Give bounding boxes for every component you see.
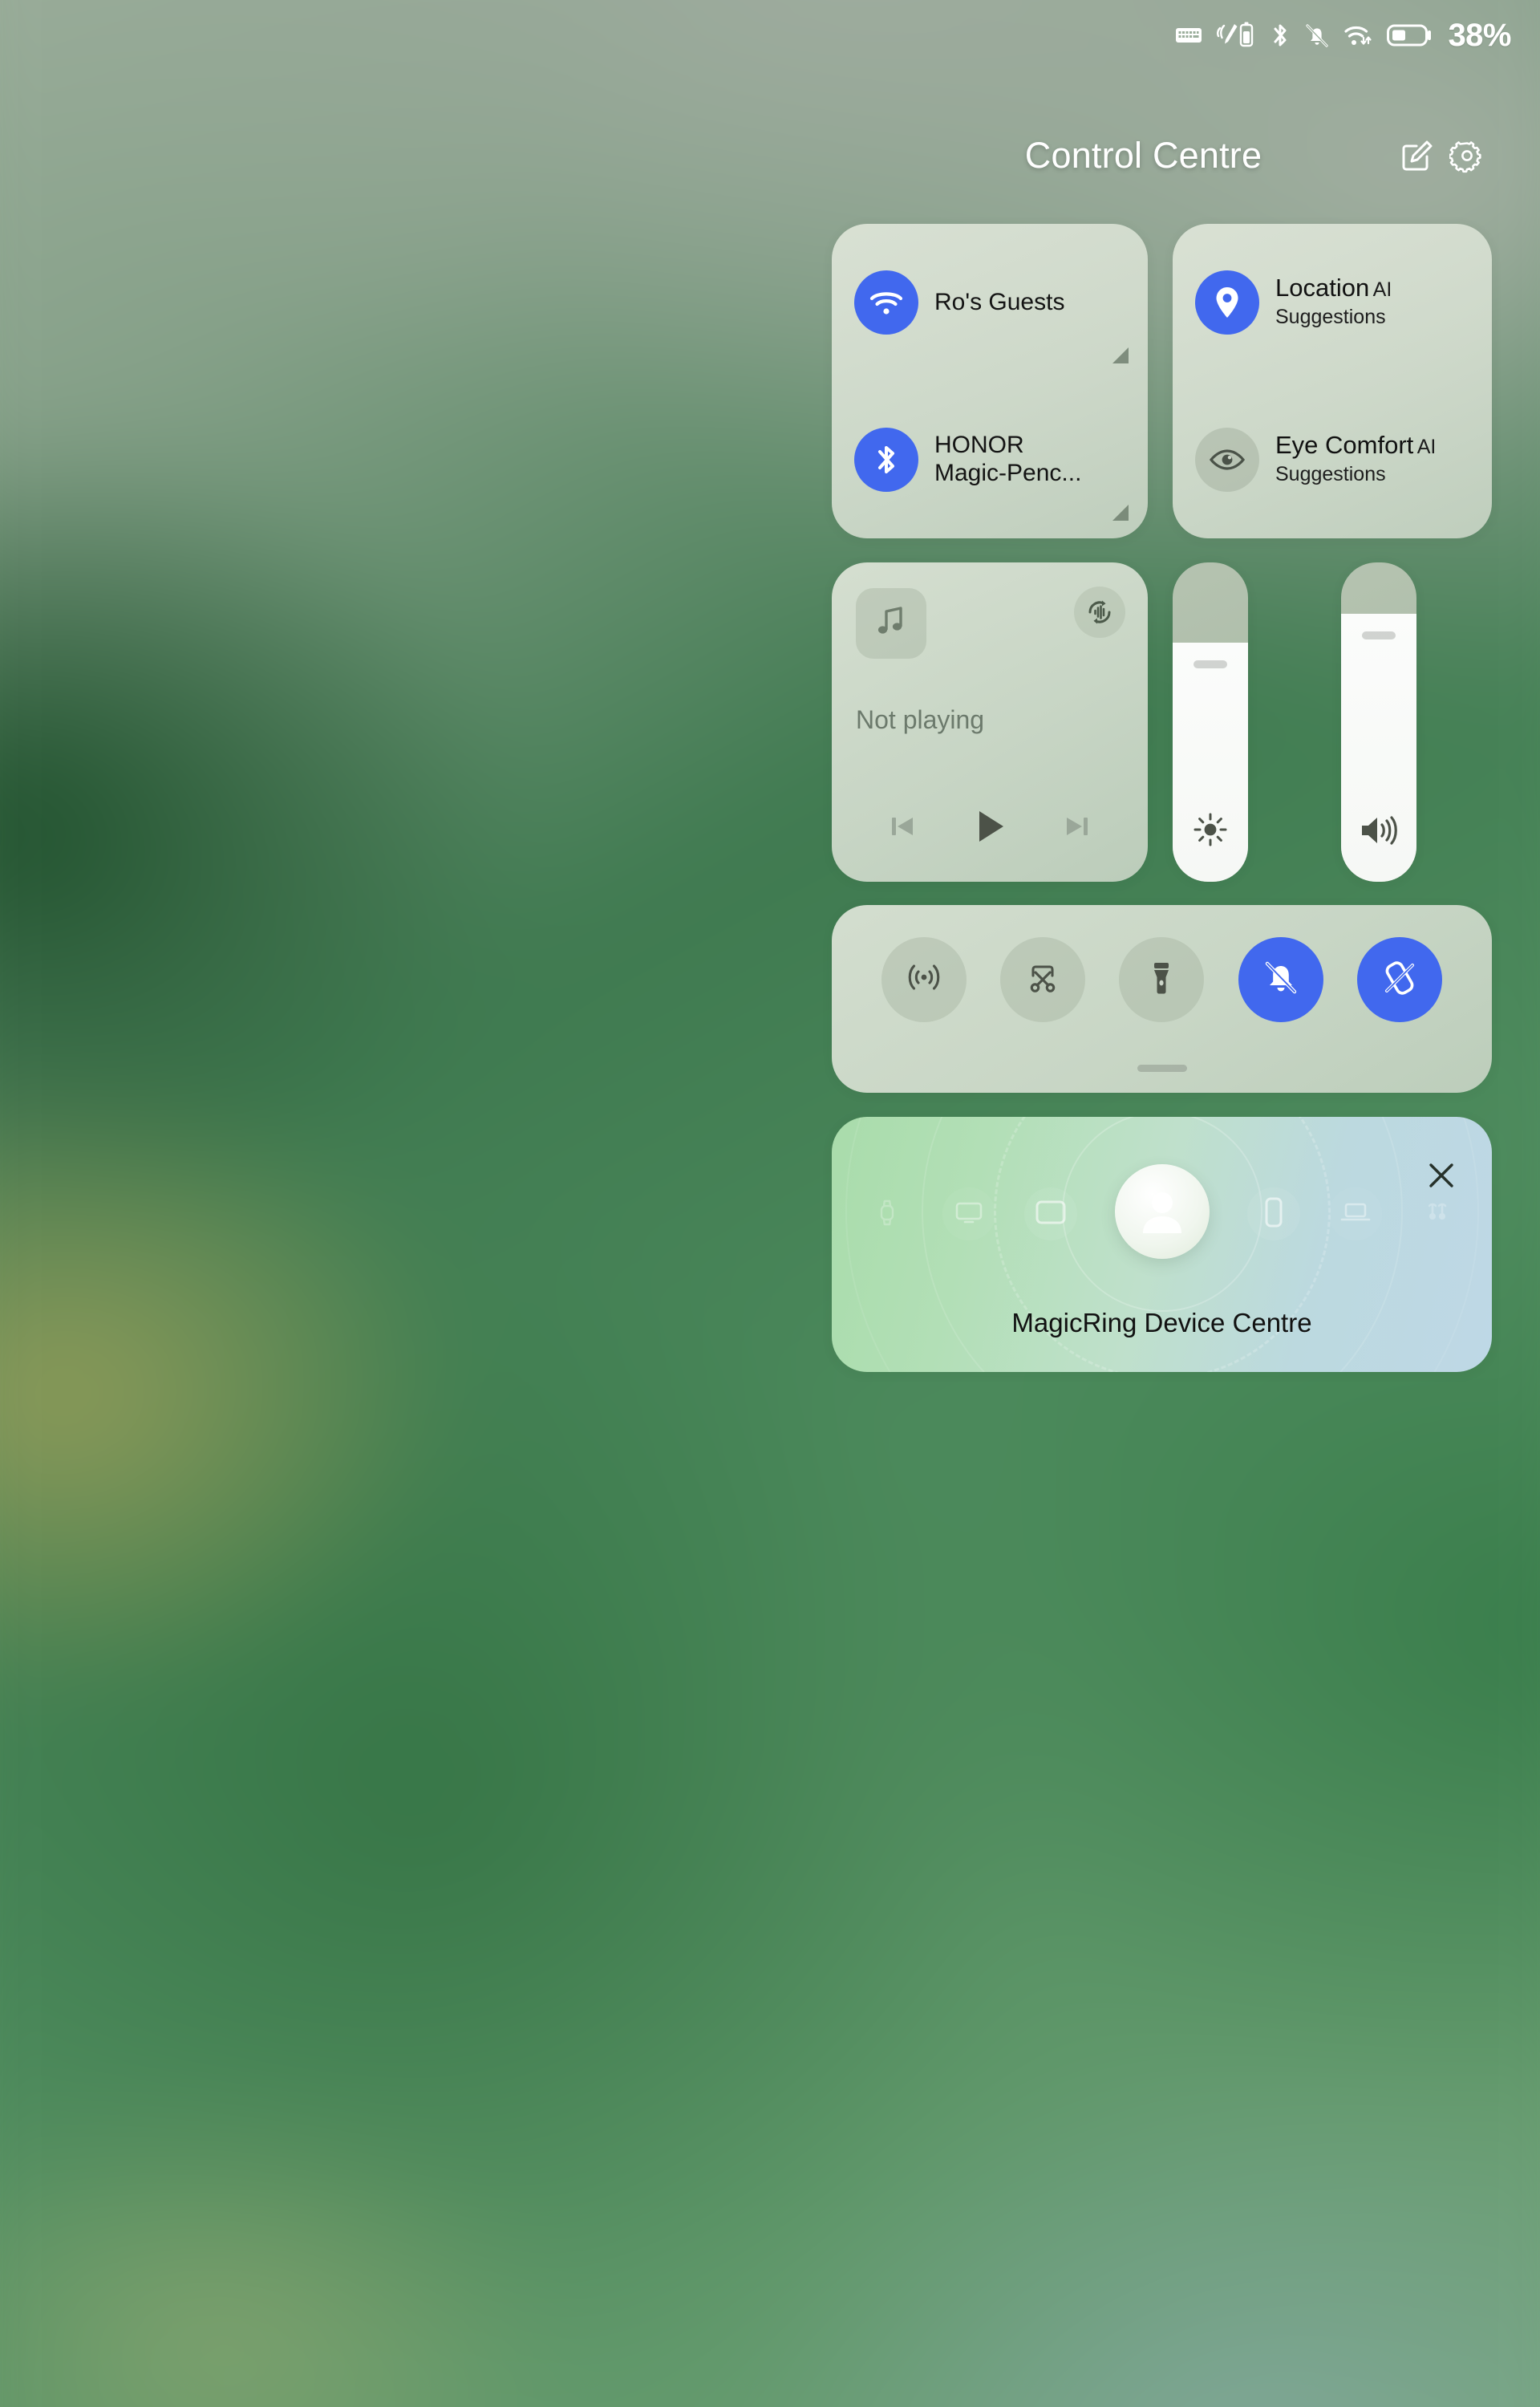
screencast-toggle[interactable] <box>881 937 967 1022</box>
laptop-icon <box>1340 1201 1371 1228</box>
volume-slider[interactable] <box>1341 562 1416 882</box>
media-player-card: Not playing <box>832 562 1148 882</box>
eye-comfort-tile[interactable]: Eye Comfort AI Suggestions <box>1173 381 1492 538</box>
tablet-icon <box>1035 1199 1067 1229</box>
stylus-battery-icon <box>1215 21 1257 50</box>
bluetooth-label-line2: Magic-Penc... <box>934 460 1082 486</box>
wifi-icon <box>854 270 918 335</box>
person-avatar-icon[interactable] <box>1114 1164 1210 1259</box>
wifi-label: Ro's Guests <box>934 288 1065 315</box>
brightness-sun-icon <box>1192 811 1229 848</box>
media-thumbnail <box>856 588 926 659</box>
control-centre-header: Control Centre <box>832 127 1492 185</box>
skip-next-icon[interactable] <box>1048 797 1107 856</box>
flashlight-icon <box>1144 958 1179 1002</box>
bluetooth-label-line1: HONOR <box>934 432 1024 459</box>
ringer-muted-icon <box>1303 22 1331 49</box>
music-note-icon <box>875 605 907 643</box>
bluetooth-label: HONOR Magic-Penc... <box>934 432 1081 488</box>
watch-icon <box>877 1199 897 1230</box>
magicring-label: MagicRing Device Centre <box>1011 1308 1312 1337</box>
media-controls <box>832 798 1148 854</box>
scissors-icon <box>1023 958 1063 1002</box>
brightness-slider[interactable] <box>1173 562 1248 882</box>
corner-expand-arrow-icon[interactable] <box>1112 505 1129 521</box>
magicring-device-centre-card[interactable]: MagicRing Device Centre <box>832 1117 1492 1372</box>
battery-percentage: 38% <box>1448 17 1511 53</box>
device-item-phone[interactable] <box>1246 1187 1300 1240</box>
bell-muted-icon <box>1260 957 1302 1003</box>
monitor-icon <box>954 1200 983 1228</box>
eye-comfort-title: Eye Comfort <box>1275 430 1414 459</box>
page-title: Control Centre <box>1024 135 1262 176</box>
device-item-watch[interactable] <box>861 1187 914 1240</box>
volume-speaker-icon <box>1359 813 1399 848</box>
phone-icon <box>1263 1196 1284 1232</box>
earbuds-icon <box>1424 1201 1450 1228</box>
bluetooth-icon <box>854 428 918 492</box>
wifi-tile[interactable]: Ro's Guests <box>832 224 1148 381</box>
brightness-grabber[interactable] <box>1194 660 1227 668</box>
ai-suggestions-card: Location AI Suggestions Eye Comfort AI S… <box>1173 224 1492 538</box>
location-pin-icon <box>1195 270 1259 335</box>
device-item-monitor[interactable] <box>942 1187 995 1240</box>
battery-icon <box>1387 22 1433 48</box>
quick-toggles-card <box>832 905 1492 1093</box>
keyboard-icon <box>1175 25 1202 46</box>
bluetooth-icon <box>1270 21 1291 50</box>
location-tile[interactable]: Location AI Suggestions <box>1173 224 1492 381</box>
close-icon[interactable] <box>1420 1154 1463 1197</box>
play-icon[interactable] <box>960 797 1019 856</box>
mute-toggle[interactable] <box>1238 937 1323 1022</box>
rotation-lock-icon <box>1379 957 1420 1003</box>
location-title: Location <box>1275 273 1370 302</box>
gear-icon[interactable] <box>1442 131 1492 181</box>
rotation-lock-toggle[interactable] <box>1356 937 1442 1022</box>
volume-grabber[interactable] <box>1362 631 1396 639</box>
connectivity-card: Ro's Guests HONOR Magic-Penc... <box>832 224 1148 538</box>
audio-cast-icon[interactable] <box>1074 587 1125 638</box>
device-item-laptop[interactable] <box>1328 1187 1382 1240</box>
corner-expand-arrow-icon[interactable] <box>1112 347 1129 363</box>
eye-icon <box>1195 428 1259 492</box>
flashlight-toggle[interactable] <box>1119 937 1205 1022</box>
drag-handle[interactable] <box>1137 1065 1187 1072</box>
skip-previous-icon[interactable] <box>873 797 932 856</box>
quick-toggles-row <box>832 936 1492 1024</box>
edit-pencil-icon[interactable] <box>1392 131 1442 181</box>
media-status-text: Not playing <box>856 705 985 734</box>
wifi-icon <box>1343 22 1374 48</box>
status-bar: 38% <box>0 0 1540 71</box>
broadcast-icon <box>904 958 944 1002</box>
screenshot-toggle[interactable] <box>1000 937 1086 1022</box>
bluetooth-tile[interactable]: HONOR Magic-Penc... <box>832 381 1148 538</box>
device-item-tablet[interactable] <box>1023 1187 1077 1240</box>
